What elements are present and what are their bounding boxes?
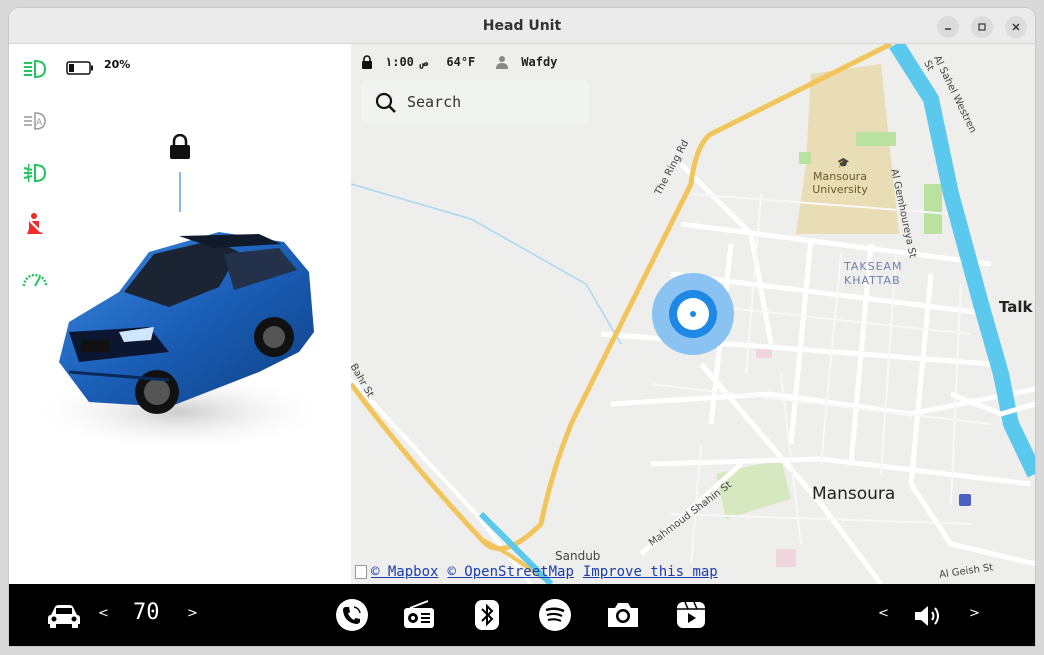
user-icon bbox=[496, 56, 509, 69]
car-icon[interactable] bbox=[47, 602, 81, 628]
bottom-control-bar: < 70 > < > bbox=[9, 584, 1035, 646]
map-view[interactable]: 🎓 The Ring Rd Mansoura University TAKSEA… bbox=[351, 44, 1035, 584]
minimize-button[interactable] bbox=[937, 16, 959, 38]
low-beam-icon bbox=[24, 59, 47, 79]
bluetooth-icon[interactable] bbox=[470, 598, 504, 632]
spotify-icon[interactable] bbox=[538, 598, 572, 632]
place-label-talk: Talk bbox=[999, 298, 1033, 316]
speed-increase-button[interactable]: > bbox=[187, 606, 198, 621]
car-image bbox=[29, 232, 329, 452]
vehicle-status-panel: 20% A bbox=[9, 44, 351, 584]
lock-icon bbox=[362, 55, 372, 69]
maximize-button[interactable] bbox=[971, 16, 993, 38]
maximize-icon bbox=[978, 23, 986, 31]
status-bar: ١:00 ص 64°F Wafdy bbox=[361, 53, 557, 71]
openstreetmap-link[interactable]: © OpenStreetMap bbox=[447, 564, 573, 580]
improve-map-link[interactable]: Improve this map bbox=[583, 564, 718, 580]
door-lock-icon[interactable] bbox=[169, 134, 191, 160]
city-label-mansoura: Mansoura bbox=[812, 484, 896, 504]
search-placeholder: Search bbox=[407, 93, 462, 111]
user-name: Wafdy bbox=[521, 55, 558, 69]
close-button[interactable] bbox=[1005, 16, 1027, 38]
camera-icon[interactable] bbox=[606, 598, 640, 632]
place-label-sandub: Sandub bbox=[555, 549, 601, 563]
university-label: Mansoura University bbox=[812, 170, 868, 196]
radio-icon[interactable] bbox=[402, 598, 436, 632]
speed-decrease-button[interactable]: < bbox=[98, 606, 109, 621]
search-icon bbox=[375, 92, 396, 113]
speed-value: 70 bbox=[133, 600, 160, 625]
volume-down-button[interactable]: < bbox=[878, 606, 889, 621]
phone-icon[interactable] bbox=[335, 598, 369, 632]
app-window: Head Unit 20% A 🎓 The Ring Rd Mansoura U… bbox=[9, 8, 1035, 646]
transit-icon bbox=[959, 494, 971, 506]
svg-text:A: A bbox=[36, 118, 43, 128]
battery-icon bbox=[66, 60, 94, 75]
auto-headlight-icon: A bbox=[24, 112, 46, 130]
window-title: Head Unit bbox=[482, 18, 562, 34]
temperature: 64°F bbox=[446, 55, 476, 69]
volume-icon[interactable] bbox=[913, 604, 943, 628]
video-reel-icon[interactable] bbox=[674, 598, 708, 632]
mapbox-link[interactable]: © Mapbox bbox=[371, 564, 438, 580]
district-label-1: TAKSEAM bbox=[844, 260, 903, 273]
search-input[interactable]: Search bbox=[361, 80, 589, 124]
district-label-2: KHATTAB bbox=[844, 274, 901, 287]
close-icon bbox=[1012, 23, 1020, 31]
clock-time: ١:00 ص bbox=[385, 55, 429, 69]
fog-light-icon bbox=[23, 163, 47, 183]
map-attribution: © Mapbox © OpenStreetMap Improve this ma… bbox=[355, 564, 727, 580]
battery-percentage: 20% bbox=[104, 58, 131, 71]
svg-text:🎓: 🎓 bbox=[837, 157, 849, 169]
map-canvas[interactable]: 🎓 bbox=[351, 44, 1035, 584]
document-icon bbox=[355, 565, 367, 579]
lock-connector-line bbox=[179, 172, 181, 212]
title-bar: Head Unit bbox=[9, 8, 1035, 44]
minimize-icon bbox=[945, 28, 951, 30]
volume-up-button[interactable]: > bbox=[969, 606, 980, 621]
